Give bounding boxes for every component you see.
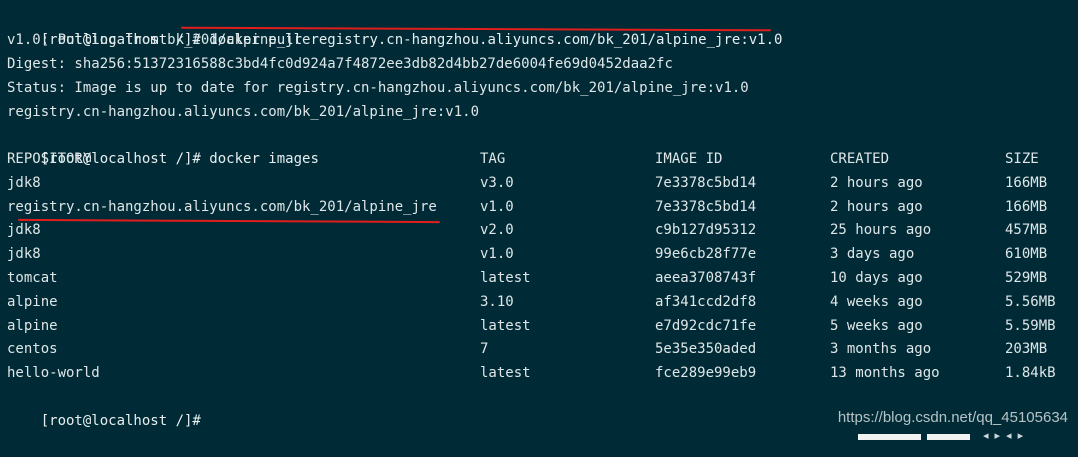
cell-tag: 3.10 <box>480 294 514 310</box>
cell-tag: latest <box>480 365 531 381</box>
cell-created: 10 days ago <box>830 270 923 286</box>
bottom-toolbar-segment <box>858 434 921 440</box>
cell-image-id: af341ccd2df8 <box>655 294 757 310</box>
cell-created: 2 hours ago <box>830 175 923 191</box>
cell-created: 5 weeks ago <box>830 318 923 334</box>
cell-repository: jdk8 <box>7 222 41 238</box>
cell-size: 166MB <box>1005 175 1048 191</box>
watermark-url: https://blog.csdn.net/qq_45105634 <box>837 409 1068 426</box>
cell-tag: v2.0 <box>480 222 514 238</box>
cell-tag: v1.0 <box>480 199 514 215</box>
cell-image-id: e7d92cdc71fe <box>655 318 757 334</box>
cell-created: 13 months ago <box>830 365 940 381</box>
cell-image-id: fce289e99eb9 <box>655 365 757 381</box>
terminal-line-final-prompt[interactable]: [root@localhost /]# <box>7 385 201 429</box>
cell-size: 5.56MB <box>1005 294 1056 310</box>
terminal-line-output: Digest: sha256:51372316588c3bd4fc0d924a7… <box>7 56 673 72</box>
header-image-id: IMAGE ID <box>655 151 723 167</box>
command-text: docker images <box>200 151 319 167</box>
cell-size: 610MB <box>1005 246 1048 262</box>
header-repository: REPOSITORY <box>7 151 92 167</box>
terminal-line-output: v1.0: Pulling from bk_201/alpine_jre <box>7 32 311 48</box>
header-size: SIZE <box>1005 151 1039 167</box>
bottom-arrows-icon: ◂▸◂▸ <box>983 429 1030 442</box>
cell-repository: alpine <box>7 294 58 310</box>
terminal-window[interactable]: [root@localhost /]# docker pull registry… <box>0 0 1078 442</box>
cell-repository: tomcat <box>7 270 58 286</box>
cell-image-id: 5e35e350aded <box>655 341 757 357</box>
cell-repository: alpine <box>7 318 58 334</box>
cell-repository: hello-world <box>7 365 100 381</box>
bottom-toolbar-segment <box>927 434 970 440</box>
shell-prompt: [root@localhost /]# <box>40 413 201 429</box>
cell-repository: jdk8 <box>7 175 41 191</box>
terminal-line-images-command: [root@localhost /]# docker images <box>7 123 319 167</box>
cell-size: 166MB <box>1005 199 1048 215</box>
cell-image-id: 99e6cb28f77e <box>655 246 757 262</box>
header-created: CREATED <box>830 151 890 167</box>
cell-repository: jdk8 <box>7 246 41 262</box>
cell-created: 4 weeks ago <box>830 294 923 310</box>
cell-image-id: 7e3378c5bd14 <box>655 175 757 191</box>
terminal-line-output: Status: Image is up to date for registry… <box>7 80 749 96</box>
cell-size: 203MB <box>1005 341 1048 357</box>
cell-tag: latest <box>480 270 531 286</box>
cell-created: 3 days ago <box>830 246 915 262</box>
cell-repository: centos <box>7 341 58 357</box>
cell-created: 2 hours ago <box>830 199 923 215</box>
cell-image-id: c9b127d95312 <box>655 222 757 238</box>
terminal-line-output: registry.cn-hangzhou.aliyuncs.com/bk_201… <box>7 104 480 120</box>
cell-tag: latest <box>480 318 531 334</box>
cell-image-id: 7e3378c5bd14 <box>655 199 757 215</box>
cell-created: 3 months ago <box>830 341 932 357</box>
cell-tag: v3.0 <box>480 175 514 191</box>
terminal-line-pull-command: [root@localhost /]# docker pull registry… <box>7 4 783 48</box>
cell-size: 457MB <box>1005 222 1048 238</box>
cell-size: 529MB <box>1005 270 1048 286</box>
header-tag: TAG <box>480 151 506 167</box>
cell-size: 5.59MB <box>1005 318 1056 334</box>
cell-size: 1.84kB <box>1005 365 1056 381</box>
cell-repository: registry.cn-hangzhou.aliyuncs.com/bk_201… <box>7 199 437 215</box>
cell-tag: 7 <box>480 341 489 357</box>
cell-image-id: aeea3708743f <box>655 270 757 286</box>
annotation-underline-repository <box>17 218 441 224</box>
cell-tag: v1.0 <box>480 246 514 262</box>
cell-created: 25 hours ago <box>830 222 932 238</box>
